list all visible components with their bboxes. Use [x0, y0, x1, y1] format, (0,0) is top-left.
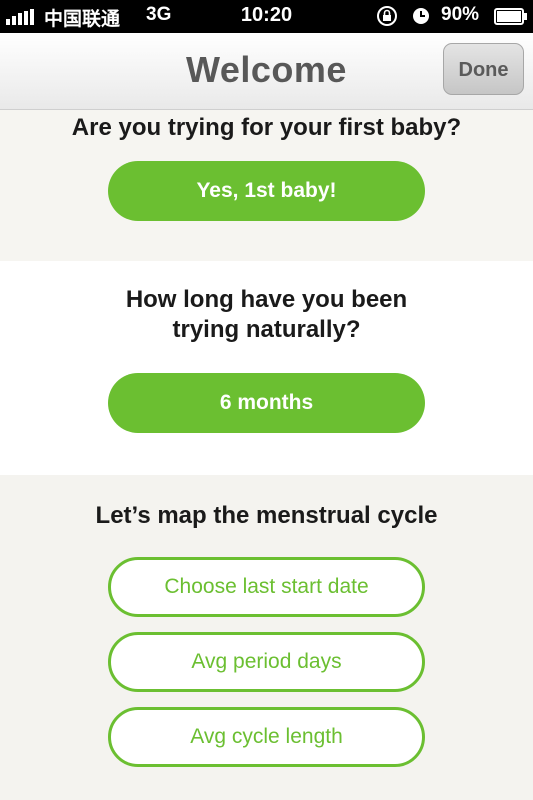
done-button[interactable]: Done	[443, 43, 524, 95]
menstrual-cycle-section: Let’s map the menstrual cycle Choose las…	[0, 475, 533, 800]
first-baby-answer-button[interactable]: Yes, 1st baby!	[108, 161, 425, 221]
status-bar: 中国联通 3G 10:20 90%	[0, 0, 533, 33]
clock-icon	[413, 8, 429, 24]
trying-duration-section: How long have you been trying naturally?…	[0, 261, 533, 475]
battery-percentage: 90%	[441, 4, 480, 25]
cycle-heading: Let’s map the menstrual cycle	[95, 502, 438, 529]
trying-duration-button[interactable]: 6 months	[108, 373, 425, 433]
trying-question-line2: trying naturally?	[172, 316, 361, 343]
rotation-lock-icon	[377, 6, 397, 26]
trying-question-line1: How long have you been	[125, 286, 408, 313]
choose-start-date-button[interactable]: Choose last start date	[108, 557, 425, 617]
avg-period-days-button[interactable]: Avg period days	[108, 632, 425, 692]
first-baby-question: Are you trying for your first baby?	[71, 114, 462, 141]
navigation-bar: Welcome Done	[0, 33, 533, 110]
first-baby-section: Are you trying for your first baby? Yes,…	[0, 110, 533, 261]
battery-icon	[494, 8, 527, 25]
avg-cycle-length-button[interactable]: Avg cycle length	[108, 707, 425, 767]
